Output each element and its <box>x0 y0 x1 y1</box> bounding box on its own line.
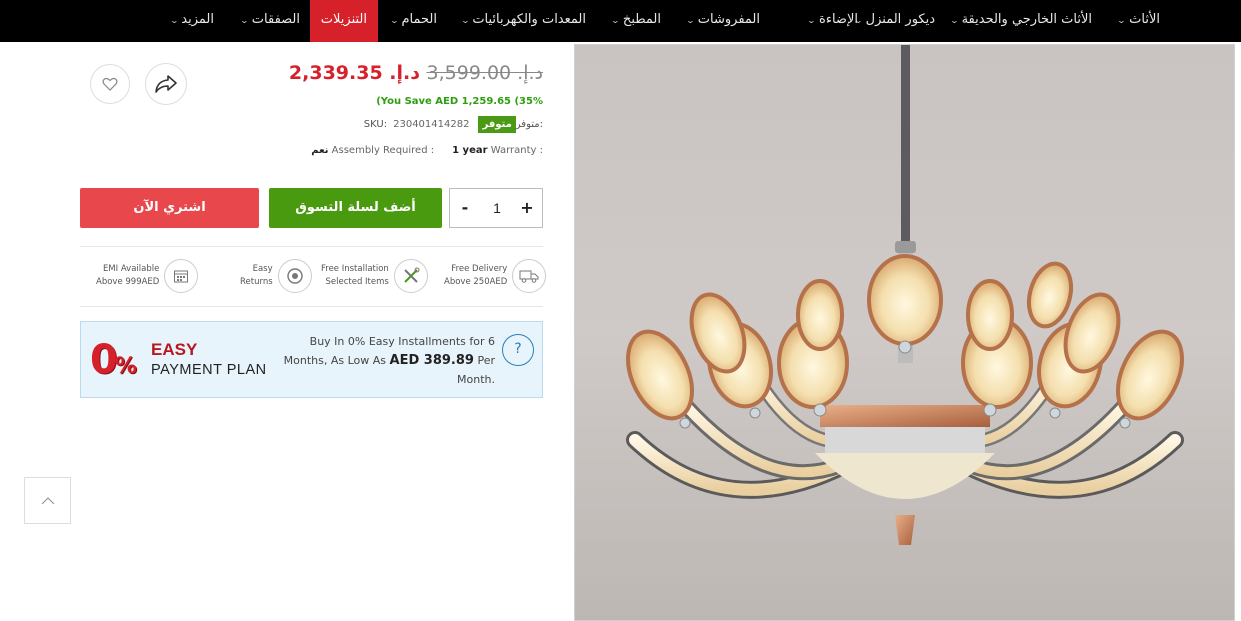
chevron-down-icon: ⌄ <box>1117 16 1127 25</box>
product-meta: 1 year Warranty : نعم Assembly Required … <box>311 145 543 156</box>
feature-subtitle: Above 999AED <box>96 277 160 287</box>
nav-label: المطبخ <box>622 12 661 27</box>
divider <box>80 306 543 307</box>
nav-item-sale[interactable]: التنزيلات <box>309 0 378 42</box>
feature-text: EMI Available Above 999AED <box>96 263 159 289</box>
nav-item-deals[interactable]: الصفقات⌄ <box>239 0 300 42</box>
truck-icon <box>512 259 547 293</box>
nav-label: الإضاءة <box>819 12 858 27</box>
top-navigation: الأثاث⌄ الأثاث الخارجي والحديقة⌄ ديكور ا… <box>0 0 1241 42</box>
stock-badge: متوفر <box>478 115 516 133</box>
share-button[interactable] <box>145 63 187 105</box>
divider <box>80 246 543 247</box>
old-price: د.إ. 3,599.00 <box>426 62 543 84</box>
chevron-up-icon <box>41 496 54 504</box>
nav-item-home-decor[interactable]: ديكور المنزل⌄ <box>854 0 935 42</box>
stock-label: متوفر: <box>515 118 543 130</box>
chevron-down-icon: ⌄ <box>949 16 959 25</box>
nav-label: الصفقات <box>251 12 300 27</box>
calendar-icon <box>164 259 199 293</box>
feature-title: Free Installation <box>321 264 389 274</box>
sale-price: د.إ. 2,339.35 <box>288 62 420 84</box>
nav-item-more[interactable]: المزيد⌄ <box>169 0 214 42</box>
assembly-value: نعم <box>311 145 329 156</box>
assembly-info: نعم Assembly Required : <box>311 145 434 156</box>
qty-input[interactable]: 1 <box>482 189 512 227</box>
payment-plan-label: PAYMENT PLAN <box>151 362 267 378</box>
stock-row: متوفر: متوفر 230401414282 SKU: <box>364 114 543 134</box>
logo-pct: % <box>114 354 137 379</box>
heart-icon <box>102 77 118 91</box>
product-image[interactable] <box>574 44 1235 621</box>
nav-label: الأثاث الخارجي والحديقة <box>961 12 1092 27</box>
quantity-stepper: - 1 + <box>449 188 543 228</box>
nav-label: المفروشات <box>697 12 760 27</box>
qty-increase-button[interactable]: + <box>512 189 542 227</box>
share-icon <box>155 75 177 93</box>
warranty-value: 1 year <box>452 145 488 156</box>
chevron-down-icon: ⌄ <box>460 16 470 25</box>
feature-free-delivery: Free Delivery Above 250AED <box>444 259 547 293</box>
sku-value: 230401414282 <box>393 118 470 130</box>
chevron-down-icon: ⌄ <box>239 16 250 25</box>
chandelier-image <box>626 45 1184 545</box>
sku-label: SKU: <box>363 118 388 130</box>
payment-plan-banner: 0% EASY PAYMENT PLAN Buy In 0% Easy Inst… <box>80 321 543 398</box>
nav-item-lighting[interactable]: الإضاءة⌄ <box>807 0 858 42</box>
nav-item-appliances[interactable]: المعدات والكهربائيات⌄ <box>460 0 586 42</box>
zero-percent-logo: 0% <box>90 338 137 389</box>
scroll-to-top-button[interactable] <box>24 477 71 524</box>
tools-icon <box>393 259 428 293</box>
chevron-down-icon: ⌄ <box>807 16 817 25</box>
feature-title: EMI Available <box>102 264 160 274</box>
nav-item-bathroom[interactable]: الحمام⌄ <box>389 0 438 42</box>
feature-title: Easy <box>252 264 273 274</box>
help-icon[interactable]: ? <box>502 334 534 366</box>
nav-label: الأثاث <box>1129 12 1160 27</box>
add-to-cart-button[interactable]: أضف لسلة التسوق <box>269 188 442 228</box>
nav-label: الحمام <box>401 12 438 27</box>
nav-label: المزيد <box>181 12 214 27</box>
buy-now-button[interactable]: اشتري الآن <box>80 188 259 228</box>
chevron-down-icon: ⌄ <box>610 16 621 25</box>
chevron-down-icon: ⌄ <box>169 16 179 25</box>
feature-free-installation: Free Installation Selected Items <box>321 259 428 293</box>
nav-item-furnishings[interactable]: المفروشات⌄ <box>685 0 760 42</box>
nav-item-furniture[interactable]: الأثاث⌄ <box>1117 0 1160 42</box>
feature-text: Free Delivery Above 250AED <box>444 263 507 289</box>
installment-text: Buy In 0% Easy Installments for 6 Months… <box>281 332 495 389</box>
qty-decrease-button[interactable]: - <box>450 189 480 227</box>
chevron-down-icon: ⌄ <box>389 16 399 25</box>
logo-zero: 0 <box>90 337 118 383</box>
feature-easy-returns: Easy Returns <box>240 259 312 293</box>
installment-amount: AED 389.89 <box>389 353 474 368</box>
nav-item-kitchen[interactable]: المطبخ⌄ <box>610 0 661 42</box>
feature-subtitle: Selected Items <box>325 277 389 287</box>
feature-text: Free Installation Selected Items <box>321 263 389 289</box>
returns-icon <box>277 259 312 293</box>
nav-label: ديكور المنزل <box>865 12 935 27</box>
warranty-info: 1 year Warranty : <box>452 145 543 156</box>
feature-title: Free Delivery <box>451 264 508 274</box>
nav-label: التنزيلات <box>320 12 367 27</box>
warranty-label: Warranty : <box>490 145 543 156</box>
feature-emi: EMI Available Above 999AED <box>96 259 199 293</box>
easy-label: EASY <box>151 340 198 359</box>
nav-item-outdoor[interactable]: الأثاث الخارجي والحديقة⌄ <box>949 0 1092 42</box>
chevron-down-icon: ⌄ <box>685 16 696 25</box>
feature-subtitle: Above 250AED <box>444 277 508 287</box>
feature-subtitle: Returns <box>240 277 273 287</box>
nav-label: المعدات والكهربائيات <box>472 12 586 27</box>
assembly-label: Assembly Required : <box>331 145 435 156</box>
feature-text: Easy Returns <box>240 263 273 289</box>
wishlist-button[interactable] <box>90 64 130 104</box>
savings-text: (You Save AED 1,259.65 (35% <box>376 96 543 107</box>
